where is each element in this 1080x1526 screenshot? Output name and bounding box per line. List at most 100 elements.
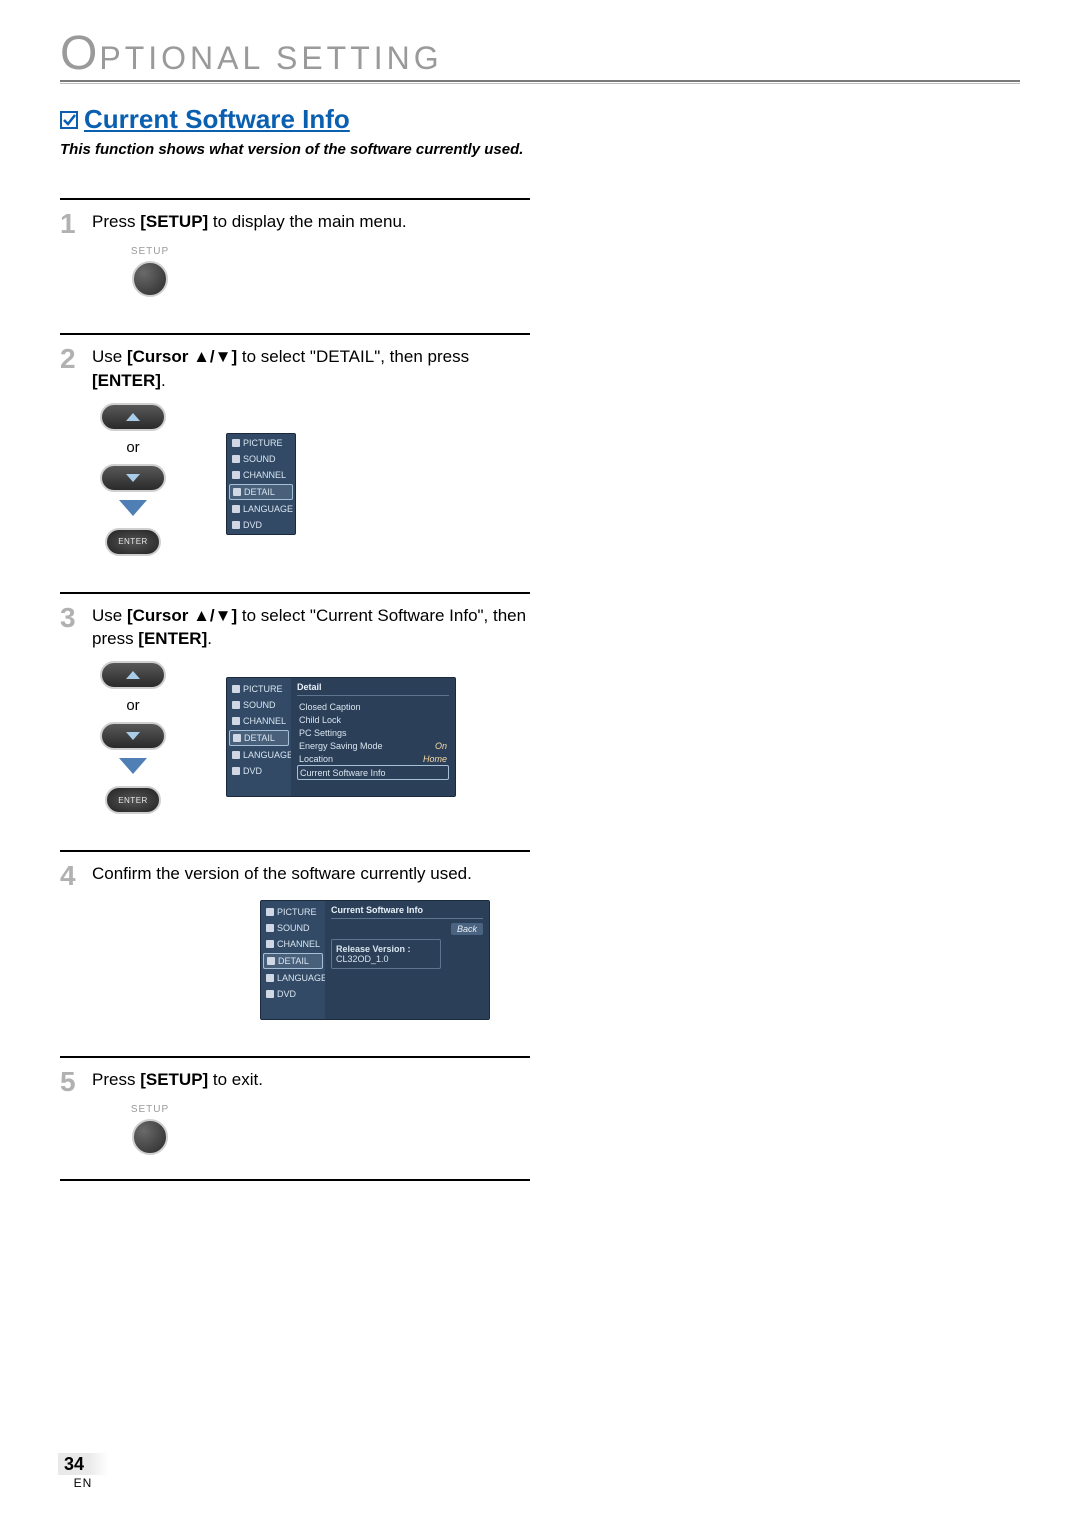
detail-icon [233,488,241,496]
dvd-icon [232,767,240,775]
osd-row-label: PC Settings [299,728,347,738]
step-1: 1 Press [SETUP] to display the main menu… [60,198,530,297]
osd-label: SOUND [243,700,276,710]
cursor-up-button-icon [100,403,166,431]
osd-menu-software-info: PICTURE SOUND CHANNEL DETAIL LANGUAGE DV… [260,900,490,1020]
osd-content-row-selected: Current Software Info [297,765,449,780]
enter-button-icon: ENTER [105,786,161,814]
osd-item: SOUND [229,452,293,466]
osd-item: LANGUAGE [229,748,289,762]
down-triangle-icon: ▼ [215,606,232,625]
osd-label: PICTURE [243,438,283,448]
up-triangle-icon: ▲ [193,347,210,366]
txt: Use [92,606,127,625]
down-arrow-icon [119,500,147,516]
step-number: 5 [60,1068,82,1096]
osd-content-row: Closed Caption [297,700,449,713]
page-footer: 34 EN [58,1453,108,1490]
cursor-down-button-icon [100,722,166,750]
sound-icon [232,701,240,709]
setup-button-icon [132,1119,168,1155]
language-icon [232,751,240,759]
cursor-controls-graphic: or ENTER [100,661,166,814]
page-number: 34 [64,1454,108,1475]
osd-label: PICTURE [277,907,317,917]
step-number: 1 [60,210,82,238]
step-text: Confirm the version of the software curr… [92,862,472,886]
osd-label: LANGUAGE [277,973,327,983]
step-3: 3 Use [Cursor ▲/▼] to select "Current So… [60,592,530,815]
osd-item: LANGUAGE [263,971,323,985]
up-triangle-icon: ▲ [193,606,210,625]
osd-row-label: Child Lock [299,715,341,725]
step-5: 5 Press [SETUP] to exit. SETUP [60,1056,530,1181]
setup-button-icon [132,261,168,297]
osd-menu-detail: PICTURE SOUND CHANNEL DETAIL LANGUAGE DV… [226,677,456,797]
osd-content-row: Energy Saving ModeOn [297,739,449,752]
osd-label: DVD [243,520,262,530]
key: [SETUP] [140,212,208,231]
release-version-label: Release Version : [336,944,436,954]
osd-content-title: Detail [297,682,449,696]
cursor-down-button-icon [100,464,166,492]
osd-item: SOUND [263,921,323,935]
down-triangle-icon: ▼ [215,347,232,366]
osd-label: CHANNEL [243,470,286,480]
setup-button-graphic: SETUP [120,246,180,297]
osd-item: CHANNEL [229,714,289,728]
txt: to exit. [208,1070,263,1089]
osd-item: PICTURE [229,436,293,450]
sound-icon [232,455,240,463]
detail-icon [267,957,275,965]
osd-label: SOUND [243,454,276,464]
osd-item-selected: DETAIL [229,484,293,500]
osd-label: PICTURE [243,684,283,694]
osd-content-row: PC Settings [297,726,449,739]
osd-item: CHANNEL [229,468,293,482]
or-text: or [126,697,139,714]
release-version-value: CL32OD_1.0 [336,954,436,964]
osd-item: DVD [263,987,323,1001]
setup-label: SETUP [120,246,180,257]
osd-item: CHANNEL [263,937,323,951]
osd-label: SOUND [277,923,310,933]
step-2: 2 Use [Cursor ▲/▼] to select "DETAIL", t… [60,333,530,556]
txt: [Cursor [127,347,193,366]
header-divider [60,80,1020,84]
key: [ENTER] [138,629,207,648]
step-number: 2 [60,345,82,373]
cursor-up-button-icon [100,661,166,689]
section-heading: Current Software Info [60,104,350,135]
step-number: 4 [60,862,82,890]
osd-item-selected: DETAIL [263,953,323,969]
step-text: Press [SETUP] to exit. [92,1068,263,1092]
language-icon [266,974,274,982]
txt: . [161,371,166,390]
setup-button-graphic: SETUP [120,1104,180,1155]
enter-button-icon: ENTER [105,528,161,556]
enter-label: ENTER [118,796,148,805]
osd-row-value: On [435,741,447,751]
txt: Press [92,1070,140,1089]
osd-content-title: Current Software Info [331,905,483,919]
or-text: or [126,439,139,456]
channel-icon [232,471,240,479]
osd-label: DETAIL [244,733,275,743]
osd-label: LANGUAGE [243,750,293,760]
osd-label: CHANNEL [243,716,286,726]
osd-content-row: Child Lock [297,713,449,726]
step-4: 4 Confirm the version of the software cu… [60,850,530,1020]
txt: [Cursor [127,606,193,625]
channel-icon [232,717,240,725]
step-text: Use [Cursor ▲/▼] to select "DETAIL", the… [92,345,530,393]
checkbox-icon [60,111,78,129]
cursor-controls-graphic: or ENTER [100,403,166,556]
page-header: O PTIONAL SETTING [60,30,1020,78]
language-icon [232,505,240,513]
osd-label: DVD [277,989,296,999]
osd-row-label: Closed Caption [299,702,361,712]
page-language: EN [74,1476,93,1490]
section-description: This function shows what version of the … [60,141,1020,158]
txt: to display the main menu. [208,212,406,231]
osd-item: SOUND [229,698,289,712]
